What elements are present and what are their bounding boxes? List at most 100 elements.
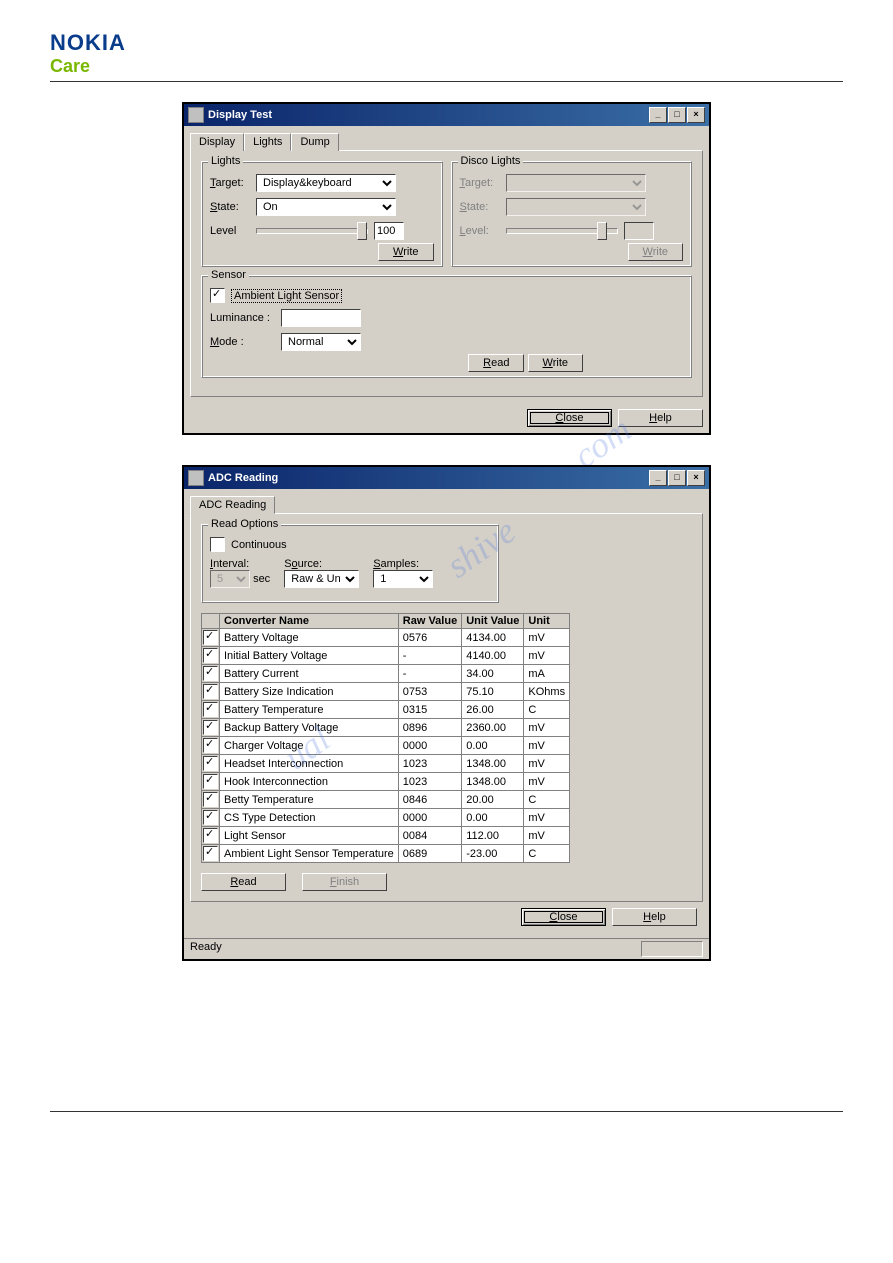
display-test-window: Display Test _ □ × Display Lights Dump L… [182, 102, 711, 435]
cell-name: Battery Temperature [220, 701, 399, 719]
cell-unit: mV [524, 647, 570, 665]
cell-unit: mV [524, 737, 570, 755]
row-checkbox[interactable] [203, 666, 218, 681]
tab-dump[interactable]: Dump [291, 133, 338, 151]
cell-unit-value: 2360.00 [462, 719, 524, 737]
row-checkbox[interactable] [203, 684, 218, 699]
maximize-button[interactable]: □ [668, 470, 686, 486]
disco-state-label: State: [460, 201, 500, 213]
cell-unit-value: 0.00 [462, 809, 524, 827]
cell-raw: 0689 [398, 845, 461, 863]
row-checkbox[interactable] [203, 630, 218, 645]
finish-button: Finish [302, 873, 387, 891]
ambient-checkbox[interactable] [210, 288, 225, 303]
source-label: Source: [284, 558, 359, 570]
row-checkbox[interactable] [203, 810, 218, 825]
state-select[interactable]: On [256, 198, 396, 216]
cell-raw: - [398, 647, 461, 665]
row-checkbox[interactable] [203, 756, 218, 771]
close-button[interactable]: × [687, 107, 705, 123]
row-checkbox[interactable] [203, 702, 218, 717]
cell-unit: mA [524, 665, 570, 683]
cell-unit-value: 34.00 [462, 665, 524, 683]
sensor-read-button[interactable]: Read [468, 354, 524, 372]
nokia-logo: NOKIA [50, 30, 843, 56]
cell-unit-value: 26.00 [462, 701, 524, 719]
minimize-button[interactable]: _ [649, 470, 667, 486]
continuous-label: Continuous [231, 539, 287, 551]
cell-raw: - [398, 665, 461, 683]
sensor-write-button[interactable]: Write [528, 354, 583, 372]
row-checkbox[interactable] [203, 648, 218, 663]
table-row: Battery Temperature031526.00C [202, 701, 570, 719]
cell-name: Initial Battery Voltage [220, 647, 399, 665]
table-row: Light Sensor0084112.00mV [202, 827, 570, 845]
table-row: Hook Interconnection10231348.00mV [202, 773, 570, 791]
close-dialog-button[interactable]: Close [527, 409, 612, 427]
tab-adc-reading[interactable]: ADC Reading [190, 496, 275, 514]
row-checkbox[interactable] [203, 774, 218, 789]
cell-unit: mV [524, 755, 570, 773]
row-checkbox[interactable] [203, 828, 218, 843]
cell-raw: 0896 [398, 719, 461, 737]
row-checkbox[interactable] [203, 792, 218, 807]
cell-name: Battery Current [220, 665, 399, 683]
interval-label: Interval: [210, 558, 270, 570]
row-checkbox[interactable] [203, 720, 218, 735]
disco-target-select [506, 174, 646, 192]
cell-unit-value: 4140.00 [462, 647, 524, 665]
titlebar[interactable]: ADC Reading _ □ × [184, 467, 709, 489]
luminance-input[interactable] [281, 309, 361, 327]
status-cell [641, 941, 703, 957]
row-checkbox[interactable] [203, 846, 218, 861]
level-input[interactable] [374, 222, 404, 240]
source-select[interactable]: Raw & Unit [284, 570, 359, 588]
tabs: Display Lights Dump [190, 132, 703, 150]
read-options-group: Read Options Continuous Interval: 5 sec … [201, 524, 499, 603]
cell-name: Hook Interconnection [220, 773, 399, 791]
table-row: Battery Current-34.00mA [202, 665, 570, 683]
app-icon [188, 470, 204, 486]
maximize-button[interactable]: □ [668, 107, 686, 123]
tab-panel: Lights Target: Display&keyboard State: O… [190, 150, 703, 397]
help-button[interactable]: Help [618, 409, 703, 427]
lights-write-button[interactable]: Write [378, 243, 433, 261]
cell-raw: 0753 [398, 683, 461, 701]
target-label: Target: [210, 177, 250, 189]
help-button[interactable]: Help [612, 908, 697, 926]
cell-name: Backup Battery Voltage [220, 719, 399, 737]
cell-unit: C [524, 791, 570, 809]
table-row: Ambient Light Sensor Temperature0689-23.… [202, 845, 570, 863]
tab-display[interactable]: Display [190, 133, 244, 151]
cell-raw: 0084 [398, 827, 461, 845]
cell-raw: 1023 [398, 773, 461, 791]
continuous-checkbox[interactable] [210, 537, 225, 552]
mode-select[interactable]: Normal [281, 333, 361, 351]
interval-select: 5 [210, 570, 250, 588]
close-button[interactable]: × [687, 470, 705, 486]
cell-unit-value: 4134.00 [462, 629, 524, 647]
read-button[interactable]: Read [201, 873, 286, 891]
minimize-button[interactable]: _ [649, 107, 667, 123]
disco-group-title: Disco Lights [458, 155, 524, 167]
tab-lights[interactable]: Lights [244, 133, 291, 151]
close-dialog-button[interactable]: Close [521, 908, 606, 926]
cell-unit: C [524, 845, 570, 863]
cell-raw: 0315 [398, 701, 461, 719]
table-row: Initial Battery Voltage-4140.00mV [202, 647, 570, 665]
adc-table: Converter Name Raw Value Unit Value Unit… [201, 613, 570, 863]
cell-name: Battery Voltage [220, 629, 399, 647]
titlebar[interactable]: Display Test _ □ × [184, 104, 709, 126]
row-checkbox[interactable] [203, 738, 218, 753]
target-select[interactable]: Display&keyboard [256, 174, 396, 192]
samples-select[interactable]: 1 [373, 570, 433, 588]
table-row: Backup Battery Voltage08962360.00mV [202, 719, 570, 737]
level-label: Level [210, 225, 250, 237]
cell-raw: 0000 [398, 809, 461, 827]
cell-unit-value: 1348.00 [462, 773, 524, 791]
cell-unit: mV [524, 809, 570, 827]
luminance-label: Luminance : [210, 312, 275, 324]
table-row: Battery Voltage05764134.00mV [202, 629, 570, 647]
cell-unit-value: 20.00 [462, 791, 524, 809]
level-slider[interactable] [256, 228, 368, 234]
